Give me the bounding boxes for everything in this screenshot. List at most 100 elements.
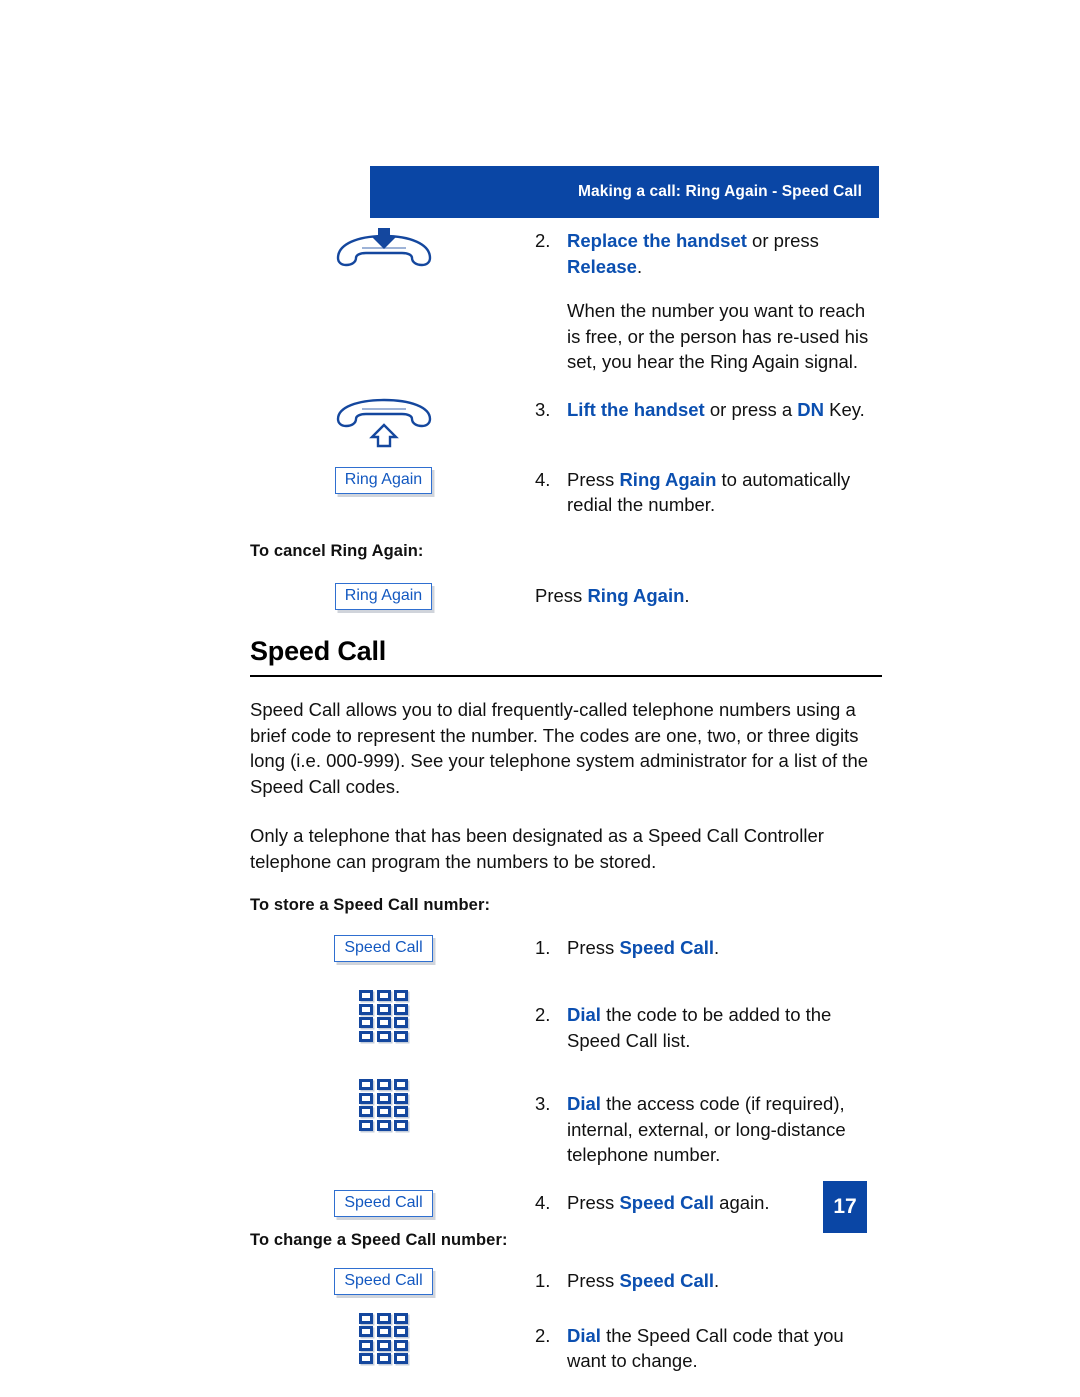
step-text: Lift the handset or press a DN Key. [567, 397, 882, 423]
key-term: Lift the handset [567, 398, 705, 420]
step-plain-text: Key. [824, 398, 865, 420]
step-text-cell: 4. Press Ring Again to automatically red… [535, 467, 882, 518]
keypad-key [359, 990, 373, 1002]
key-term: Dial [567, 1004, 601, 1026]
softkey-ring-again[interactable]: Ring Again [334, 582, 433, 610]
page-header-banner: Making a call: Ring Again - Speed Call [370, 166, 879, 218]
keypad-key [394, 1312, 408, 1324]
step-icon-cell [250, 1312, 535, 1365]
keypad-key [394, 1326, 408, 1338]
step-plain-text: . [684, 584, 690, 606]
step-text-cell: 2. Dial the code to be added to the Spee… [535, 990, 882, 1053]
keypad-key [394, 1119, 408, 1131]
speed-call-paragraph: Speed Call allows you to dial frequently… [250, 699, 869, 797]
step-plain-text: Press [567, 1269, 620, 1291]
step-text-cell: 3. Dial the access code (if required), i… [535, 1079, 882, 1168]
key-term: Dial [567, 1324, 601, 1346]
step-text: Dial the code to be added to the Speed C… [567, 1002, 882, 1053]
step-text: Press Speed Call. [567, 1268, 882, 1294]
step-plain-text: Press [567, 1191, 620, 1213]
keypad-key [359, 1326, 373, 1338]
keypad-key [376, 1079, 391, 1091]
ring-again-note: When the number you want to reach is fre… [567, 300, 869, 372]
keypad-key [376, 1119, 391, 1131]
handset-replace-icon [332, 228, 436, 280]
step-row: Ring Again Press Ring Again. [250, 582, 882, 610]
keypad-key [376, 990, 391, 1002]
step-plain-text: Press [535, 584, 588, 606]
speed-call-heading-block: Speed Call [250, 636, 882, 678]
keypad-key [359, 1092, 373, 1104]
step-number: 1. [535, 937, 551, 959]
keypad-icon [359, 1312, 408, 1365]
step-text-cell: Press Ring Again. [535, 583, 882, 609]
keypad-key [394, 990, 408, 1002]
step-text: Press Speed Call. [567, 935, 882, 961]
speed-call-paragraph: Only a telephone that has been designate… [250, 825, 824, 872]
keypad-key [376, 1312, 391, 1324]
subheading: To cancel Ring Again: [250, 541, 424, 560]
softkey-speed-call[interactable]: Speed Call [334, 1267, 433, 1295]
keypad-key [359, 1119, 373, 1131]
step-text-cell: 2. Replace the handset or press Release. [535, 228, 882, 279]
keypad-key [376, 1003, 391, 1015]
step-row: Speed Call 1. Press Speed Call. [250, 935, 882, 963]
step-text-cell: 3. Lift the handset or press a DN Key. [535, 397, 882, 423]
step-row: 3. Dial the access code (if required), i… [250, 1079, 882, 1168]
keypad-key [359, 1353, 373, 1365]
step-number: 4. [535, 468, 551, 490]
keypad-key [376, 1030, 391, 1042]
keypad-icon [359, 1079, 408, 1131]
keypad-key [394, 1017, 408, 1029]
keypad-key [376, 1017, 391, 1029]
step-text: Press Ring Again to automatically redial… [567, 467, 882, 518]
step-text: Replace the handset or press Release. [567, 228, 882, 279]
step-plain-text: Press [567, 468, 620, 490]
keypad-key [376, 1353, 391, 1365]
step-number: 3. [535, 1093, 551, 1115]
keypad-key [376, 1339, 391, 1351]
step-text: Dial the access code (if required), inte… [567, 1091, 882, 1168]
page-header-title: Making a call: Ring Again - Speed Call [578, 183, 862, 200]
step-text-cell: 1. Press Speed Call. [535, 1268, 882, 1294]
step-number: 4. [535, 1191, 551, 1213]
step-plain-text: . [714, 1269, 720, 1291]
store-subhead-row: To store a Speed Call number: [250, 896, 882, 915]
keypad-key [394, 1030, 408, 1042]
keypad-key [359, 1312, 373, 1324]
step-icon-cell [250, 228, 535, 280]
softkey-ring-again[interactable]: Ring Again [334, 466, 433, 494]
softkey-speed-call[interactable]: Speed Call [334, 935, 433, 963]
step-icon-cell [250, 397, 535, 449]
keypad-key [359, 1030, 373, 1042]
document-page: Making a call: Ring Again - Speed Call 2… [0, 0, 1080, 1397]
keypad-key [376, 1106, 391, 1118]
key-term: Ring Again [619, 468, 717, 490]
step-row: Ring Again 4. Press Ring Again to automa… [250, 466, 882, 518]
step-plain-text: the access code (if required), internal,… [567, 1093, 846, 1166]
subheading: To change a Speed Call number: [250, 1230, 508, 1249]
step-plain-text: again. [714, 1191, 770, 1213]
step-plain-text: Press [567, 937, 620, 959]
key-term: Dial [567, 1093, 601, 1115]
step-number: 3. [535, 398, 551, 420]
key-term: Ring Again [587, 584, 685, 606]
step-icon-cell: Speed Call [250, 1189, 535, 1217]
keypad-key [359, 1106, 373, 1118]
keypad-key [376, 1326, 391, 1338]
softkey-speed-call[interactable]: Speed Call [334, 1189, 433, 1217]
keypad-key [359, 1339, 373, 1351]
step-number: 1. [535, 1269, 551, 1291]
change-subhead-row: To change a Speed Call number: [250, 1231, 882, 1250]
step-icon-cell: Ring Again [250, 582, 535, 610]
step-icon-cell: Speed Call [250, 1267, 535, 1295]
step-text: Press Ring Again. [535, 583, 882, 609]
page-number-badge: 17 [823, 1181, 867, 1233]
note-text-cell: When the number you want to reach is fre… [535, 298, 882, 375]
step-plain-text: or press [746, 230, 819, 251]
page-content: 2. Replace the handset or press Release.… [250, 228, 882, 1374]
keypad-key [394, 1106, 408, 1118]
step-icon-cell [250, 990, 535, 1042]
step-text-cell: 2. Dial the Speed Call code that you wan… [535, 1313, 882, 1374]
step-number: 2. [535, 230, 551, 251]
